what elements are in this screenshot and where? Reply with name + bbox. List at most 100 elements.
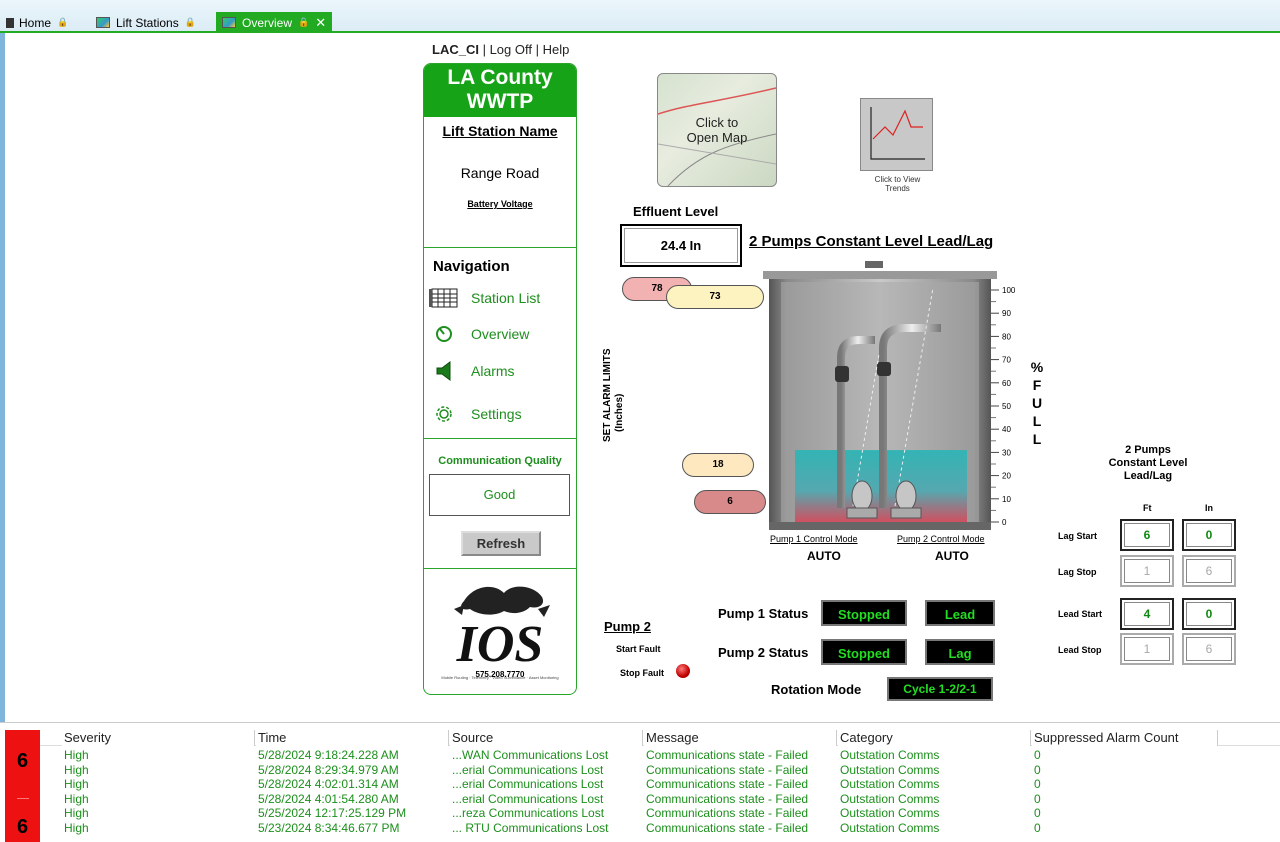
nav-label: Overview: [471, 326, 530, 342]
gear-icon: [429, 405, 459, 423]
column-header-source[interactable]: Source: [450, 730, 643, 746]
message-cell[interactable]: Communications state - Failed: [646, 748, 808, 762]
battery-voltage-link[interactable]: Battery Voltage: [424, 199, 576, 209]
lead-stop-ft[interactable]: 1: [1120, 633, 1174, 665]
lead-start-label: Lead Start: [1058, 609, 1103, 619]
column-header-suppressed-count[interactable]: Suppressed Alarm Count: [1032, 730, 1218, 746]
source-cell[interactable]: ...erial Communications Lost: [452, 792, 603, 806]
message-cell[interactable]: Communications state - Failed: [646, 806, 808, 820]
nav-item-alarms[interactable]: Alarms: [429, 360, 515, 382]
source-cell[interactable]: ...erial Communications Lost: [452, 763, 603, 777]
lag-start-label: Lag Start: [1058, 531, 1098, 541]
message-cell[interactable]: Communications state - Failed: [646, 777, 808, 791]
time-cell[interactable]: 5/28/2024 9:18:24.228 AM: [258, 748, 399, 762]
time-cell[interactable]: 5/25/2024 12:17:25.129 PM: [258, 806, 406, 820]
home-tab-icon: [6, 17, 14, 28]
tab-home[interactable]: Home 🔒: [0, 12, 74, 33]
category-cell[interactable]: Outstation Comms: [840, 748, 939, 762]
logoff-link[interactable]: Log Off: [490, 42, 532, 57]
tab-overview[interactable]: Overview 🔒 ✕: [216, 12, 333, 33]
column-ft: Ft: [1143, 503, 1152, 513]
lag-start-in[interactable]: 0: [1182, 519, 1236, 551]
column-header-message[interactable]: Message: [644, 730, 837, 746]
time-cell[interactable]: 5/23/2024 8:34:46.677 PM: [258, 821, 399, 835]
message-cell[interactable]: Communications state - Failed: [646, 821, 808, 835]
alarm-limit-low-low[interactable]: 6: [694, 490, 766, 514]
pump1-role-value: Lead: [925, 600, 995, 626]
lag-stop-ft[interactable]: 1: [1120, 555, 1174, 587]
source-cell[interactable]: ...erial Communications Lost: [452, 777, 603, 791]
category-cell[interactable]: Outstation Comms: [840, 777, 939, 791]
scale-tick-label: 10: [1002, 495, 1011, 504]
message-cell[interactable]: Communications state - Failed: [646, 763, 808, 777]
severity-cell[interactable]: High: [64, 763, 89, 777]
help-link[interactable]: Help: [543, 42, 570, 57]
scale-tick-label: 70: [1002, 356, 1011, 365]
alarm-limit-low[interactable]: 18: [682, 453, 754, 477]
pct-letter: L: [1032, 413, 1042, 429]
suppressed-count-cell[interactable]: 0: [1034, 777, 1041, 791]
source-cell[interactable]: ... RTU Communications Lost: [452, 821, 609, 835]
severity-count: 6: [16, 750, 29, 772]
open-map-button[interactable]: Click to Open Map: [657, 73, 777, 187]
effluent-level-title: Effluent Level: [633, 204, 719, 219]
side-panel: LA County WWTP Lift Station Name Range R…: [423, 63, 577, 695]
logo-text: IOS: [456, 616, 544, 669]
time-cell[interactable]: 5/28/2024 4:02:01.314 AM: [258, 777, 399, 791]
time-cell[interactable]: 5/28/2024 8:29:34.979 AM: [258, 763, 399, 777]
trends-label-line2: Trends: [885, 184, 910, 193]
suppressed-count-cell[interactable]: 0: [1034, 806, 1041, 820]
column-header-category[interactable]: Category: [838, 730, 1031, 746]
suppressed-count-cell[interactable]: 0: [1034, 792, 1041, 806]
severity-cell[interactable]: High: [64, 792, 89, 806]
pump1-control-mode-value: AUTO: [807, 549, 841, 563]
refresh-button[interactable]: Refresh: [461, 531, 541, 556]
lag-start-ft[interactable]: 6: [1120, 519, 1174, 551]
time-cell[interactable]: 5/28/2024 4:01:54.280 AM: [258, 792, 399, 806]
alarm-limits-label: SET ALARM LIMITS (Inches): [600, 334, 628, 444]
tank-vent: [865, 261, 883, 268]
pct-letter: U: [1031, 395, 1043, 411]
nav-item-settings[interactable]: Settings: [429, 403, 522, 425]
severity-summary: 6 6: [5, 730, 40, 842]
pump2-control-mode-link[interactable]: Pump 2 Control Mode: [897, 534, 985, 544]
pump2-faults-title[interactable]: Pump 2: [604, 619, 651, 634]
severity-cell[interactable]: High: [64, 777, 89, 791]
source-cell[interactable]: ...WAN Communications Lost: [452, 748, 608, 762]
trends-label: Click to View Trends: [860, 175, 935, 193]
grid-icon: [429, 288, 459, 308]
nav-item-station-list[interactable]: Station List: [429, 287, 540, 309]
nav-item-overview[interactable]: Overview: [429, 323, 529, 345]
suppressed-count-cell[interactable]: 0: [1034, 748, 1041, 762]
column-header-time[interactable]: Time: [256, 730, 449, 746]
pct-letter: F: [1032, 377, 1042, 393]
lead-start-ft[interactable]: 4: [1120, 598, 1174, 630]
lag-stop-in[interactable]: 6: [1182, 555, 1236, 587]
lock-icon: 🔒: [298, 17, 310, 27]
tab-lift-stations[interactable]: Lift Stations 🔒: [90, 12, 202, 33]
scale-tick-label: 50: [1002, 402, 1011, 411]
severity-cell[interactable]: High: [64, 748, 89, 762]
column-header-severity[interactable]: Severity: [62, 730, 255, 746]
separator: |: [531, 42, 543, 57]
category-cell[interactable]: Outstation Comms: [840, 763, 939, 777]
severity-cell[interactable]: High: [64, 806, 89, 820]
lead-start-in[interactable]: 0: [1182, 598, 1236, 630]
pump1-control-mode-link[interactable]: Pump 1 Control Mode: [770, 534, 858, 544]
source-cell[interactable]: ...reza Communications Lost: [452, 806, 604, 820]
lead-stop-in[interactable]: 6: [1182, 633, 1236, 665]
scale-tick-label: 100: [1002, 286, 1015, 295]
severity-cell[interactable]: High: [64, 821, 89, 835]
lift-station-heading: Lift Station Name: [442, 123, 558, 139]
alarm-limit-high[interactable]: 73: [666, 285, 764, 309]
category-cell[interactable]: Outstation Comms: [840, 821, 939, 835]
suppressed-count-cell[interactable]: 0: [1034, 763, 1041, 777]
close-icon[interactable]: ✕: [315, 15, 326, 31]
speaker-icon: [429, 360, 459, 382]
suppressed-count-cell[interactable]: 0: [1034, 821, 1041, 835]
category-cell[interactable]: Outstation Comms: [840, 792, 939, 806]
message-cell[interactable]: Communications state - Failed: [646, 792, 808, 806]
view-trends-button[interactable]: [860, 98, 933, 171]
category-cell[interactable]: Outstation Comms: [840, 806, 939, 820]
stop-fault-label: Stop Fault: [620, 668, 664, 678]
